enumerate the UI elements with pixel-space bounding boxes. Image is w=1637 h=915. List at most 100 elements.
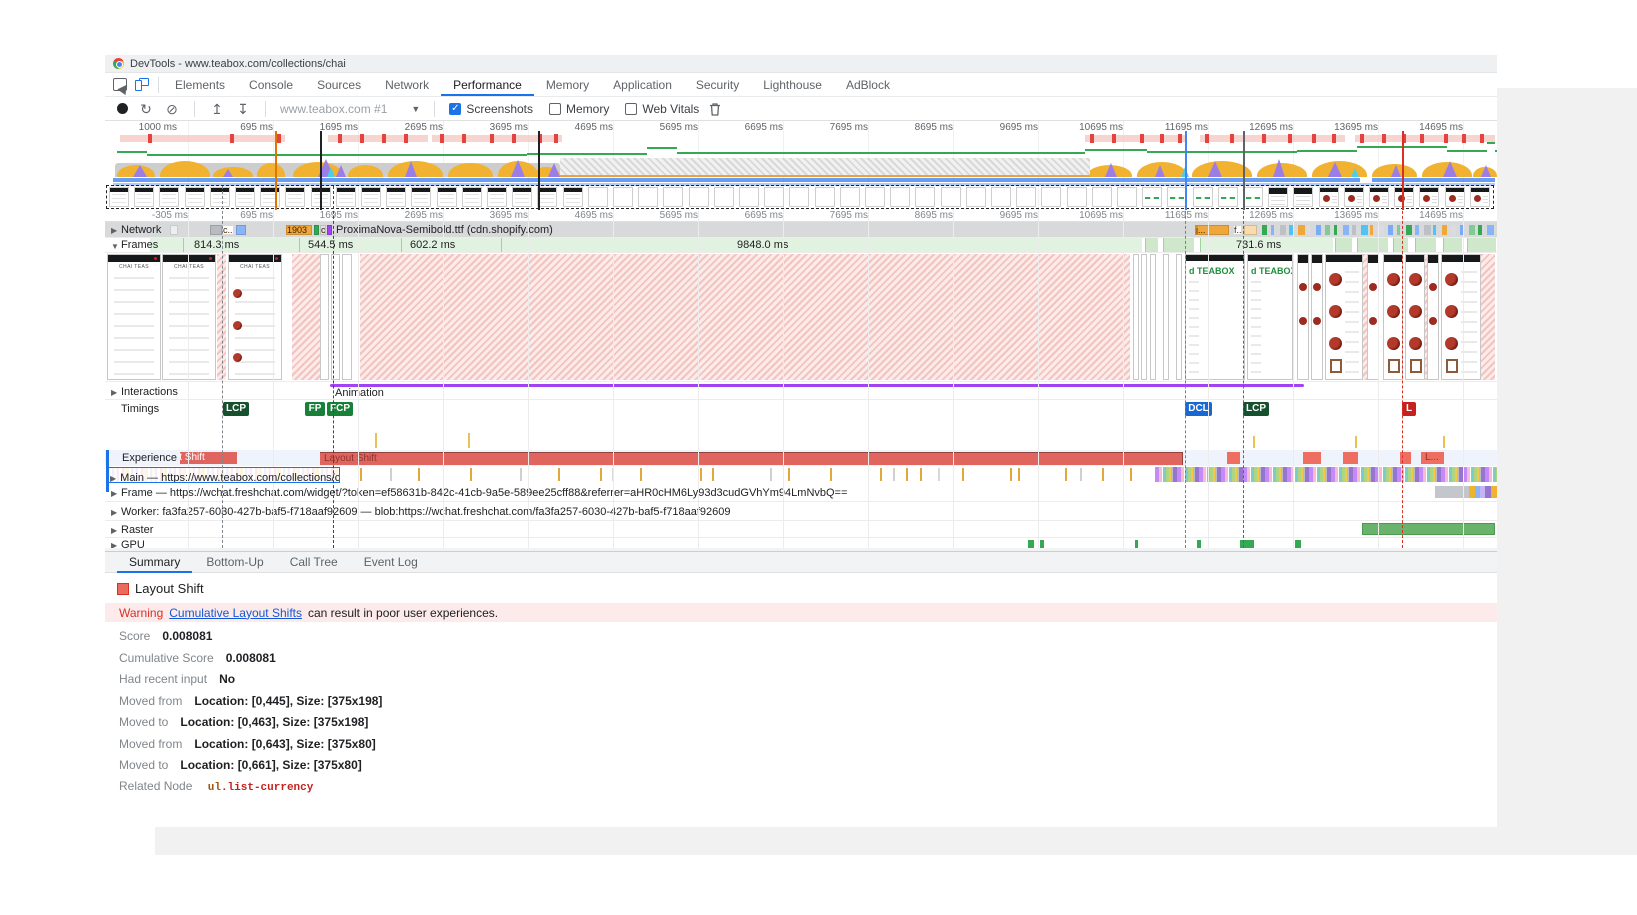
track-frames[interactable]: ▼ Frames 814.3 ms544.5 ms602.2 ms9848.0 … — [105, 238, 1497, 253]
expand-arrow[interactable]: ▶ — [111, 388, 117, 397]
filmstrip-thumbnail[interactable] — [1117, 187, 1137, 207]
network-request-bar[interactable] — [1487, 225, 1494, 235]
network-request-bar[interactable] — [1370, 225, 1373, 235]
screenshot-thumbnail[interactable] — [1163, 254, 1169, 380]
filmstrip-thumbnail[interactable] — [714, 187, 734, 207]
network-request-bar[interactable] — [1352, 225, 1356, 235]
network-request-bar[interactable]: c... — [222, 225, 234, 235]
filmstrip-thumbnail[interactable] — [1092, 187, 1112, 207]
filmstrip-thumbnail[interactable] — [1193, 187, 1213, 207]
filmstrip-thumbnail[interactable] — [185, 187, 205, 207]
screenshot-thumbnail[interactable] — [1133, 254, 1139, 380]
tab-network[interactable]: Network — [373, 73, 441, 96]
network-request-bar[interactable] — [1379, 225, 1384, 235]
network-request-bar[interactable] — [1325, 225, 1330, 235]
screenshot-thumbnail[interactable] — [1150, 254, 1156, 380]
expand-arrow[interactable]: ▶ — [110, 474, 116, 483]
bottom-tab-summary[interactable]: Summary — [117, 551, 192, 573]
bottom-tab-call-tree[interactable]: Call Tree — [278, 551, 350, 573]
filmstrip-thumbnail[interactable] — [890, 187, 910, 207]
raster-task-bar[interactable] — [1362, 523, 1495, 535]
network-request-bar[interactable] — [1478, 225, 1482, 235]
filmstrip-thumbnail[interactable] — [1445, 187, 1465, 207]
filmstrip-thumbnail[interactable] — [1218, 187, 1238, 207]
network-request-bar[interactable] — [1307, 225, 1310, 235]
screenshot-thumbnail[interactable] — [1176, 254, 1182, 380]
screenshot-thumbnail[interactable]: CHAI TEAS — [162, 254, 216, 380]
save-profile-icon[interactable]: ↧ — [235, 102, 251, 116]
filmstrip-thumbnail[interactable] — [789, 187, 809, 207]
filmstrip-thumbnail[interactable] — [1419, 187, 1439, 207]
minimap-marker-line[interactable] — [275, 131, 277, 210]
screenshot-thumbnail[interactable] — [1405, 254, 1425, 380]
filmstrip-thumbnail[interactable] — [437, 187, 457, 207]
animation-interaction-bar[interactable] — [330, 384, 1304, 387]
screenshot-thumbnail[interactable] — [342, 254, 352, 380]
network-request-bar[interactable] — [1244, 225, 1257, 235]
screenshot-thumbnail[interactable] — [320, 254, 329, 380]
filmstrip-thumbnail[interactable] — [1394, 187, 1414, 207]
frame-duration-segment[interactable] — [1393, 238, 1408, 252]
timing-badge-fp[interactable]: FP — [305, 402, 325, 416]
minimap-marker-line[interactable] — [320, 131, 322, 210]
tab-console[interactable]: Console — [237, 73, 305, 96]
filmstrip-thumbnail[interactable] — [613, 187, 633, 207]
network-request-bar[interactable] — [236, 225, 246, 235]
layout-shift-bar[interactable]: Layout Shift — [320, 452, 1183, 465]
screenshot-thumbnail[interactable] — [1427, 254, 1439, 380]
timing-badge-fcp[interactable]: FCP — [327, 402, 353, 416]
gpu-task-bar[interactable] — [1028, 540, 1034, 548]
network-request-bar[interactable] — [1361, 225, 1368, 235]
screenshot-thumbnail[interactable] — [1311, 254, 1323, 380]
filmstrip-thumbnail[interactable] — [134, 187, 154, 207]
network-request-bar[interactable] — [1442, 225, 1447, 235]
network-request-bar[interactable] — [314, 225, 319, 235]
screenshot-thumbnail[interactable] — [1297, 254, 1309, 380]
frame-duration-segment[interactable]: 9848.0 ms — [501, 238, 1142, 252]
bottom-tab-event-log[interactable]: Event Log — [352, 551, 430, 573]
expand-arrow[interactable]: ▶ — [111, 226, 117, 235]
filmstrip-thumbnail[interactable] — [991, 187, 1011, 207]
screenshot-thumbnail[interactable]: b TEABOX — [1185, 254, 1245, 380]
filmstrip-thumbnail[interactable] — [941, 187, 961, 207]
trash-icon[interactable] — [709, 102, 721, 116]
track-interactions[interactable]: ▶ Interactions Animation — [105, 383, 1497, 400]
timing-badge-lcp[interactable]: LCP — [223, 402, 249, 416]
track-worker[interactable]: ▶ Worker: fa3fa257-6030-427b-baf5-f718aa… — [105, 502, 1497, 521]
timing-badge-lcp[interactable]: LCP — [1243, 402, 1269, 416]
filmstrip-thumbnail[interactable] — [109, 187, 129, 207]
filmstrip-thumbnail[interactable] — [1268, 187, 1288, 207]
gpu-task-bar[interactable] — [1295, 540, 1301, 548]
network-request-bar[interactable]: c — [320, 225, 326, 235]
track-raster[interactable]: ▶ Raster — [105, 521, 1497, 538]
network-request-bar[interactable] — [1406, 225, 1412, 235]
filmstrip-thumbnail[interactable] — [235, 187, 255, 207]
minimap-marker-line[interactable] — [538, 131, 540, 210]
frames-screenshot-strip[interactable]: CHAI TEASCHAI TEASCHAI TEASb TEABOXb TEA… — [105, 253, 1497, 382]
frame-duration-segment[interactable] — [1467, 238, 1496, 252]
network-request-bar[interactable] — [1280, 225, 1286, 235]
filmstrip-thumbnail[interactable] — [537, 187, 557, 207]
network-request-bar[interactable] — [170, 225, 178, 235]
filmstrip-thumbnail[interactable] — [1067, 187, 1087, 207]
network-request-bar[interactable] — [1271, 225, 1274, 235]
network-request-bar[interactable] — [1262, 225, 1267, 235]
tab-security[interactable]: Security — [684, 73, 751, 96]
tab-application[interactable]: Application — [601, 73, 684, 96]
filmstrip-thumbnail[interactable] — [1319, 187, 1339, 207]
filmstrip-thumbnail[interactable] — [638, 187, 658, 207]
checkbox-memory[interactable]: Memory — [549, 102, 609, 116]
screenshot-thumbnail[interactable] — [1141, 254, 1147, 380]
track-main[interactable]: ▶Main — https://www.teabox.com/collectio… — [105, 466, 1497, 483]
filmstrip-thumbnail[interactable] — [462, 187, 482, 207]
main-track-label-chip[interactable]: ▶Main — https://www.teabox.com/collectio… — [107, 467, 340, 483]
gpu-task-bar[interactable] — [1135, 540, 1138, 548]
screenshot-thumbnail[interactable]: b TEABOX — [1247, 254, 1293, 380]
frame-duration-segment[interactable] — [1443, 238, 1462, 252]
filmstrip-thumbnail[interactable] — [1041, 187, 1061, 207]
network-request-bar[interactable]: f... — [1233, 225, 1242, 235]
filmstrip-thumbnail[interactable] — [1016, 187, 1036, 207]
filmstrip-thumbnail[interactable] — [512, 187, 532, 207]
timing-badge-l[interactable]: L — [1402, 402, 1416, 416]
network-request-bar[interactable] — [1316, 225, 1321, 235]
